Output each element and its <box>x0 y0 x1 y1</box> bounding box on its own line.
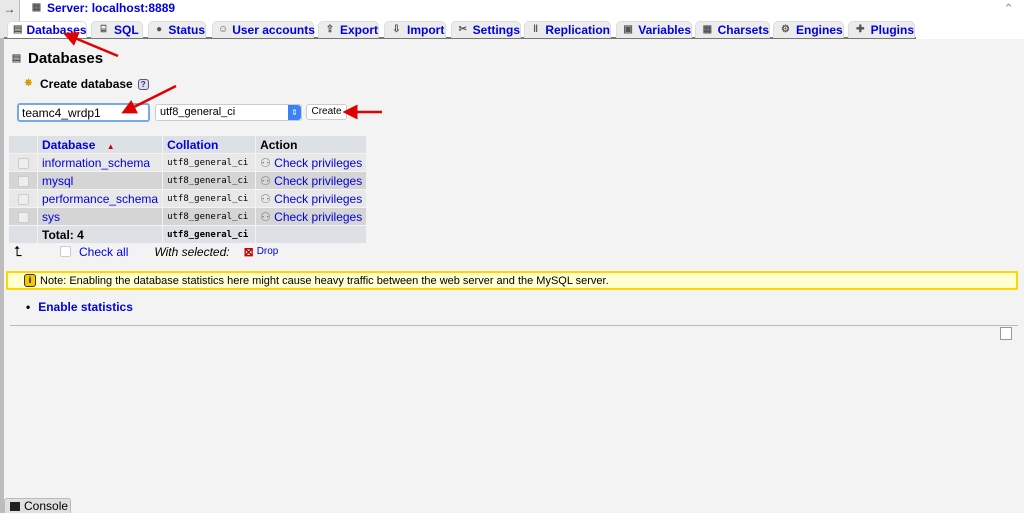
table-row: mysql utf8_general_ci ⚇ Check privileges <box>9 172 367 189</box>
navigation-panel-edge[interactable] <box>0 38 4 513</box>
tab-user-accounts[interactable]: ☺ User accounts <box>212 21 315 38</box>
database-column-header[interactable]: Database ▲ <box>38 136 163 153</box>
row-checkbox[interactable] <box>17 175 29 187</box>
tab-status[interactable]: ● Status <box>148 21 206 38</box>
table-row: information_schema utf8_general_ci ⚇ Che… <box>9 154 367 171</box>
console-toggle[interactable]: Console <box>4 498 71 513</box>
page-settings-icon[interactable] <box>1000 327 1012 340</box>
page-title: ▤ Databases <box>11 50 104 67</box>
tab-sql[interactable]: ⌸ SQL <box>91 21 143 38</box>
help-icon[interactable]: ? <box>137 78 149 90</box>
check-privileges-icon: ⚇ <box>260 191 271 206</box>
server-icon: ▦ <box>31 2 42 13</box>
collation-column-header[interactable]: Collation <box>163 136 256 153</box>
database-link[interactable]: mysql <box>42 174 73 188</box>
database-name-input[interactable] <box>17 103 150 122</box>
divider <box>10 325 1018 326</box>
console-icon <box>10 501 20 511</box>
tools-icon: ✂ <box>458 24 468 35</box>
databases-table: Database ▲ Collation Action information_… <box>8 135 367 244</box>
variables-icon: ▣ <box>623 24 633 35</box>
create-button[interactable]: Create <box>306 104 347 120</box>
tab-databases[interactable]: ▤ Databases <box>7 21 87 38</box>
export-icon: ⇪ <box>325 24 335 35</box>
arrow-up-left-icon: ⮤ <box>14 243 23 259</box>
server-label[interactable]: Server: localhost:8889 <box>47 1 175 15</box>
total-row: Total: 4 utf8_general_ci <box>9 226 367 243</box>
check-privileges-link[interactable]: Check privileges <box>274 174 362 188</box>
row-checkbox[interactable] <box>17 193 29 205</box>
sql-icon: ⌸ <box>100 24 107 35</box>
drop-icon[interactable]: ⊠ <box>244 245 254 259</box>
total-collation: utf8_general_ci <box>163 226 256 243</box>
notice-icon: i <box>24 274 36 287</box>
tab-replication[interactable]: ‖ Replication <box>524 21 611 38</box>
check-privileges-icon: ⚇ <box>260 173 271 188</box>
drop-button[interactable]: Drop <box>257 246 279 257</box>
table-footer: ⮤ Check all With selected: ⊠ Drop <box>14 243 278 260</box>
tab-charsets[interactable]: ▦ Charsets <box>695 21 770 38</box>
check-privileges-link[interactable]: Check privileges <box>274 192 362 206</box>
database-icon: ▤ <box>11 52 22 64</box>
plugin-icon: ✚ <box>856 24 865 35</box>
action-column-header: Action <box>256 136 367 153</box>
row-checkbox[interactable] <box>17 157 29 169</box>
check-privileges-icon: ⚇ <box>260 155 271 170</box>
enable-statistics-link[interactable]: Enable statistics <box>38 300 133 314</box>
tab-engines[interactable]: ⚙ Engines <box>773 21 844 38</box>
collation-select[interactable]: utf8_general_ci ⇕ <box>155 104 302 121</box>
engines-icon: ⚙ <box>781 24 790 35</box>
create-database-heading: ✸ Create database? <box>22 77 149 91</box>
check-privileges-link[interactable]: Check privileges <box>274 156 362 170</box>
tab-settings[interactable]: ✂ Settings <box>451 21 521 38</box>
tab-import[interactable]: ⇩ Import <box>384 21 446 38</box>
statistics-note: i Note: Enabling the database statistics … <box>6 271 1018 290</box>
enable-statistics-item: • Enable statistics <box>26 300 133 314</box>
database-link[interactable]: performance_schema <box>42 192 158 206</box>
with-selected-label: With selected: <box>154 244 230 259</box>
charsets-icon: ▦ <box>702 24 713 35</box>
check-privileges-icon: ⚇ <box>260 209 271 224</box>
tab-export[interactable]: ⇪ Export <box>318 21 379 38</box>
collation-cell: utf8_general_ci <box>163 172 256 189</box>
collation-cell: utf8_general_ci <box>163 208 256 225</box>
tab-plugins[interactable]: ✚ Plugins <box>848 21 915 38</box>
tab-variables[interactable]: ▣ Variables <box>616 21 692 38</box>
database-icon: ▤ <box>13 24 23 35</box>
import-icon: ⇩ <box>392 24 401 35</box>
check-privileges-link[interactable]: Check privileges <box>274 210 362 224</box>
replication-icon: ‖ <box>533 24 539 35</box>
table-row: performance_schema utf8_general_ci ⚇ Che… <box>9 190 367 207</box>
row-checkbox[interactable] <box>17 211 29 223</box>
database-link[interactable]: information_schema <box>42 156 150 170</box>
users-icon: ☺ <box>218 24 229 35</box>
check-all-link[interactable]: Check all <box>79 245 128 259</box>
server-breadcrumb[interactable]: ▦ Server: localhost:8889 <box>30 1 175 15</box>
total-label: Total: 4 <box>38 226 163 243</box>
collapse-icon[interactable]: ⌃ <box>1003 1 1014 17</box>
collation-cell: utf8_general_ci <box>163 190 256 207</box>
select-arrows-icon: ⇕ <box>288 105 301 120</box>
collation-cell: utf8_general_ci <box>163 154 256 171</box>
table-row: sys utf8_general_ci ⚇ Check privileges <box>9 208 367 225</box>
traffic-light-icon: ● <box>156 24 163 35</box>
new-database-icon: ✸ <box>24 78 33 89</box>
database-link[interactable]: sys <box>42 210 60 224</box>
check-all-checkbox[interactable] <box>60 246 71 257</box>
sort-ascending-icon: ▲ <box>106 141 115 151</box>
